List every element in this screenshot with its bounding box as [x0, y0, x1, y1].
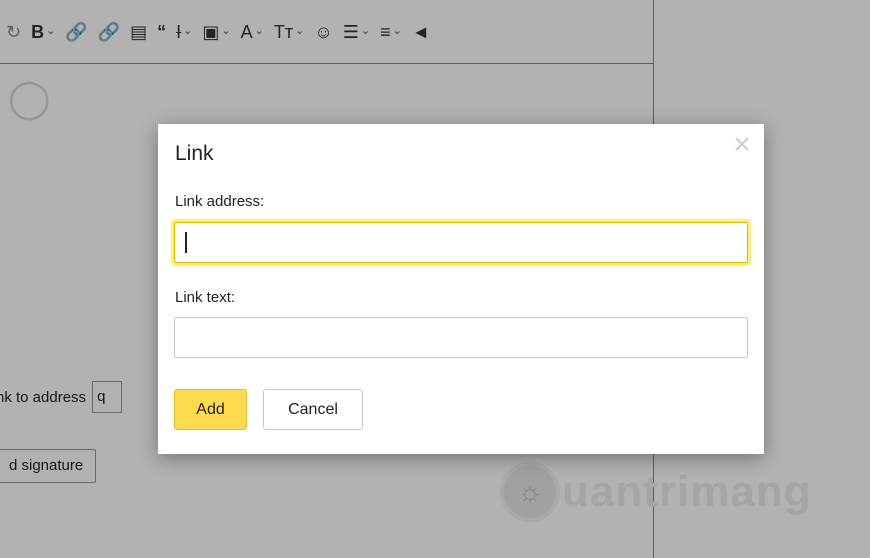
- text-cursor: [185, 232, 187, 253]
- link-dialog: Link × Link address: Link text: Add Canc…: [158, 124, 764, 454]
- link-address-label: Link address:: [175, 193, 265, 210]
- link-text-input[interactable]: [174, 317, 748, 358]
- dialog-title: Link: [175, 142, 214, 165]
- link-address-input[interactable]: [174, 222, 748, 263]
- cancel-button[interactable]: Cancel: [263, 389, 363, 430]
- add-button[interactable]: Add: [174, 389, 247, 430]
- link-text-label: Link text:: [175, 289, 236, 306]
- close-icon[interactable]: ×: [730, 130, 754, 160]
